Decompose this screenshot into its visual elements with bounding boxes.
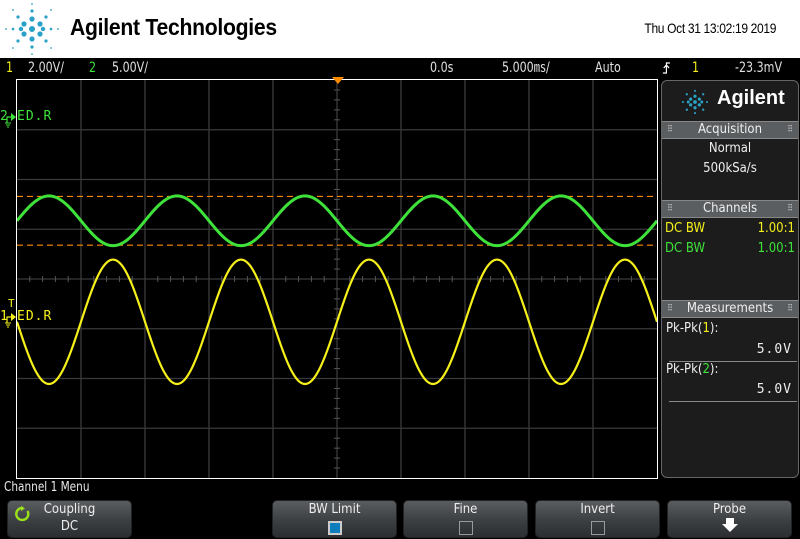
- datetime: Thu Oct 31 13:02:19 2019: [644, 20, 776, 36]
- coupling-softkey[interactable]: Coupling DC: [7, 500, 132, 538]
- acquisition-header[interactable]: ⠿ Acquisition ⠿: [662, 121, 798, 139]
- ch1-scale[interactable]: 2.00V/: [28, 58, 64, 78]
- side-panel-brand: Agilent: [717, 87, 785, 109]
- invert-softkey[interactable]: Invert: [535, 500, 660, 538]
- sample-rate: 500kSa/s: [703, 161, 757, 176]
- bw-limit-checkbox[interactable]: [327, 521, 342, 535]
- channels-header[interactable]: ⠿ Channels ⠿: [662, 200, 798, 218]
- graticule: [17, 80, 657, 478]
- invert-checkbox[interactable]: [590, 521, 605, 535]
- drag-handle-icon[interactable]: ⠿: [667, 122, 673, 138]
- probe-softkey[interactable]: Probe: [667, 500, 792, 538]
- brand-title: Agilent Technologies: [70, 14, 277, 40]
- drag-handle-icon[interactable]: ⠿: [667, 301, 673, 317]
- time-scale[interactable]: 5.000㎳/: [502, 58, 550, 78]
- header-bar: Agilent Technologies Thu Oct 31 13:02:19…: [0, 0, 800, 58]
- drag-handle-icon[interactable]: ⠿: [667, 201, 673, 217]
- trigger-mode[interactable]: Auto: [595, 58, 621, 78]
- ch1-label: ED.R: [17, 309, 53, 324]
- channel-row-2: DC BW 1.00:1: [665, 241, 795, 256]
- measurement-value-1: 5.0V: [756, 342, 792, 357]
- side-panel: Agilent ⠿ Acquisition ⠿ Normal 500kSa/s …: [661, 80, 799, 478]
- ch1-number: 1: [6, 60, 14, 76]
- ch2-scale[interactable]: 5.00V/: [112, 58, 148, 78]
- acquisition-mode: Normal: [708, 141, 752, 156]
- trigger-tag: T: [8, 297, 15, 310]
- trigger-source[interactable]: 1: [692, 58, 699, 78]
- cycle-icon: [15, 506, 30, 522]
- ch2-number: 2: [89, 60, 97, 76]
- waveform-display[interactable]: [16, 79, 658, 479]
- submenu-arrow-icon: [721, 518, 738, 532]
- time-offset[interactable]: 0.0s: [430, 58, 453, 78]
- fine-softkey[interactable]: Fine: [403, 500, 528, 538]
- channel-row-1: DC BW 1.00:1: [665, 221, 795, 236]
- menu-title: Channel 1 Menu: [4, 480, 90, 495]
- drag-handle-icon[interactable]: ⠿: [787, 201, 793, 217]
- status-bar: 1 2.00V/ 2 5.00V/ 0.0s 5.000㎳/ Auto 1 -2…: [0, 58, 800, 78]
- ground-arrow-icon: [5, 113, 16, 128]
- trigger-level[interactable]: -23.3mV: [735, 58, 782, 78]
- fine-checkbox[interactable]: [458, 521, 473, 535]
- agilent-logo-icon: [681, 89, 709, 115]
- drag-handle-icon[interactable]: ⠿: [787, 301, 793, 317]
- measurement-label-1: Pk-Pk(1):: [666, 321, 719, 336]
- ch2-label: ED.R: [17, 109, 53, 124]
- agilent-logo-icon: [5, 3, 59, 55]
- measurement-label-2: Pk-Pk(2):: [666, 362, 719, 377]
- measurement-value-2: 5.0V: [756, 382, 792, 397]
- ground-arrow-icon: [5, 313, 16, 328]
- bw-limit-softkey[interactable]: BW Limit: [272, 500, 397, 538]
- rising-edge-icon: [662, 58, 671, 78]
- divider: [669, 401, 797, 402]
- drag-handle-icon[interactable]: ⠿: [787, 122, 793, 138]
- trigger-position-marker[interactable]: [332, 77, 344, 84]
- measurements-header[interactable]: ⠿ Measurements ⠿: [662, 300, 798, 318]
